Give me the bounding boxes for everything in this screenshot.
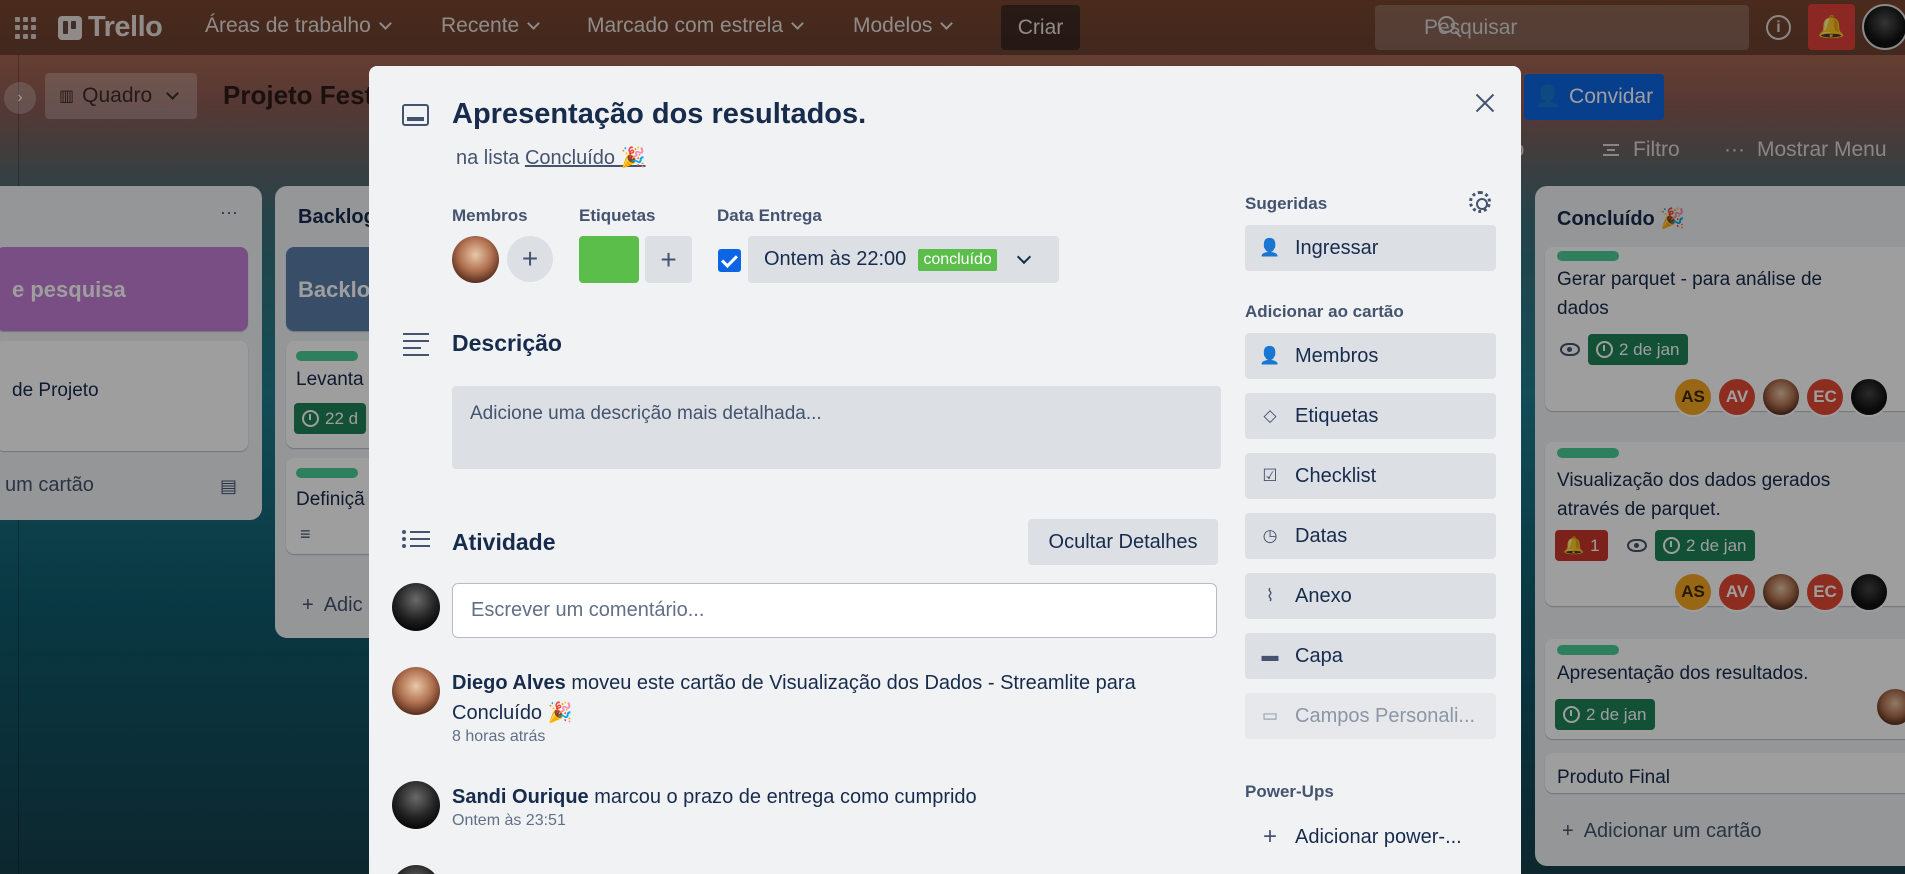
checklist-button-label: Checklist (1295, 464, 1377, 487)
card-list-info: na lista Concluído 🎉 (456, 145, 645, 170)
plus-icon: + (1262, 823, 1277, 850)
join-label: Ingressar (1295, 236, 1379, 259)
activity-text: marcou o prazo de entrega como cumprido (594, 786, 977, 808)
checklist-icon: ☑ (1262, 466, 1278, 485)
description-icon (403, 333, 429, 356)
members-button-label: Membros (1295, 344, 1379, 367)
add-powerup-button[interactable]: + Adicionar power-... (1245, 814, 1496, 860)
suggested-label: Sugeridas (1245, 194, 1328, 213)
add-to-card-label: Adicionar ao cartão (1245, 302, 1404, 321)
powerups-label: Power-Ups (1245, 782, 1334, 801)
due-date-value: Ontem às 22:00 (764, 248, 907, 270)
activity-entry: Sandi Ourique marcou o prazo de entrega … (452, 782, 1202, 830)
custom-fields-button[interactable]: ▭ Campos Personali... (1245, 693, 1496, 739)
cover-button-label: Capa (1295, 644, 1343, 667)
checklist-button[interactable]: ☑ Checklist (1245, 453, 1496, 499)
close-icon[interactable] (1470, 88, 1500, 118)
activity-entry: Diego Alves moveu este cartão de Visuali… (452, 668, 1202, 746)
cover-icon: ▬ (1261, 646, 1279, 665)
card-icon (402, 104, 429, 126)
due-date-button[interactable]: Ontem às 22:00 concluído (748, 236, 1059, 283)
member-avatar[interactable] (452, 236, 499, 283)
card-label-green[interactable] (579, 236, 639, 283)
activity-time[interactable]: 8 horas atrás (452, 728, 1202, 746)
custom-fields-icon: ▭ (1261, 706, 1279, 725)
hide-details-button[interactable]: Ocultar Detalhes (1028, 519, 1218, 565)
plus-icon: + (660, 243, 677, 275)
avatar[interactable] (392, 667, 440, 715)
dates-button-label: Datas (1295, 524, 1348, 547)
tag-icon: ◇ (1263, 406, 1277, 425)
gear-icon[interactable] (1469, 191, 1491, 213)
activity-user[interactable]: Diego Alves (452, 672, 566, 694)
labels-button[interactable]: ◇ Etiquetas (1245, 393, 1496, 439)
attachment-button[interactable]: ⌇ Anexo (1245, 573, 1496, 619)
in-list-prefix: na lista (456, 147, 520, 169)
user-icon: 👤 (1259, 238, 1281, 257)
avatar[interactable] (392, 781, 440, 829)
add-label-button[interactable]: + (645, 236, 692, 283)
activity-time[interactable]: Ontem às 23:51 (452, 812, 1202, 830)
due-date-label: Data Entrega (717, 206, 822, 225)
card-title[interactable]: Apresentação dos resultados. (452, 98, 866, 131)
comment-input[interactable]: Escrever um comentário... (452, 583, 1217, 638)
dates-button[interactable]: ◷ Datas (1245, 513, 1496, 559)
current-user-avatar[interactable] (392, 583, 440, 631)
labels-button-label: Etiquetas (1295, 404, 1379, 427)
list-link[interactable]: Concluído 🎉 (525, 147, 646, 169)
cover-button[interactable]: ▬ Capa (1245, 633, 1496, 679)
description-title: Descrição (452, 330, 562, 356)
paperclip-icon: ⌇ (1265, 586, 1275, 605)
plus-icon: + (521, 243, 539, 274)
attachment-button-label: Anexo (1295, 584, 1352, 607)
add-member-button[interactable]: + (507, 236, 553, 282)
labels-label: Etiquetas (579, 206, 656, 225)
custom-fields-button-label: Campos Personali... (1295, 704, 1476, 727)
activity-title: Atividade (452, 529, 556, 555)
user-icon: 👤 (1259, 346, 1281, 365)
members-label: Membros (452, 206, 528, 225)
join-button[interactable]: 👤 Ingressar (1245, 225, 1496, 271)
members-button[interactable]: 👤 Membros (1245, 333, 1496, 379)
description-field[interactable]: Adicione uma descrição mais detalhada... (452, 386, 1221, 469)
due-complete-checkbox[interactable] (718, 249, 741, 272)
activity-user[interactable]: Sandi Ourique (452, 786, 589, 808)
status-badge: concluído (918, 248, 997, 271)
activity-icon (402, 530, 430, 553)
add-powerup-label: Adicionar power-... (1295, 825, 1462, 848)
chevron-down-icon (1016, 249, 1031, 265)
clock-icon: ◷ (1262, 526, 1278, 545)
